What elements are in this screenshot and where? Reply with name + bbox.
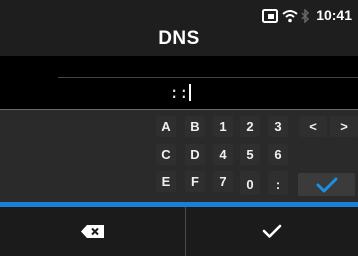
page-title: DNS xyxy=(158,28,200,49)
key-e[interactable]: E xyxy=(156,171,176,192)
check-icon xyxy=(316,177,337,192)
storage-icon xyxy=(262,9,278,23)
key-a[interactable]: A xyxy=(156,116,176,137)
key-2[interactable]: 2 xyxy=(240,116,260,137)
keypad-confirm-button[interactable] xyxy=(298,173,355,196)
input-divider xyxy=(58,77,358,78)
backspace-button[interactable] xyxy=(0,207,185,256)
key-4[interactable]: 4 xyxy=(213,144,233,165)
key-b[interactable]: B xyxy=(185,116,205,137)
text-cursor xyxy=(189,84,191,101)
dns-input-value: :: xyxy=(169,83,189,102)
check-icon xyxy=(262,224,282,238)
key-1[interactable]: 1 xyxy=(213,116,233,137)
key-6[interactable]: 6 xyxy=(268,144,288,165)
confirm-button[interactable] xyxy=(186,207,358,256)
key-colon[interactable]: : xyxy=(268,174,288,195)
cursor-right-key[interactable]: > xyxy=(330,116,358,137)
wifi-icon xyxy=(282,10,298,23)
bluetooth-icon xyxy=(301,9,310,23)
key-7[interactable]: 7 xyxy=(213,171,233,192)
key-d[interactable]: D xyxy=(185,144,205,165)
backspace-icon xyxy=(80,225,104,238)
key-0[interactable]: 0 xyxy=(240,174,260,195)
cursor-left-key[interactable]: < xyxy=(299,116,327,137)
key-5[interactable]: 5 xyxy=(240,144,260,165)
key-c[interactable]: C xyxy=(156,144,176,165)
key-f[interactable]: F xyxy=(185,171,205,192)
clock-time: 10:41 xyxy=(316,7,352,23)
key-3[interactable]: 3 xyxy=(268,116,288,137)
